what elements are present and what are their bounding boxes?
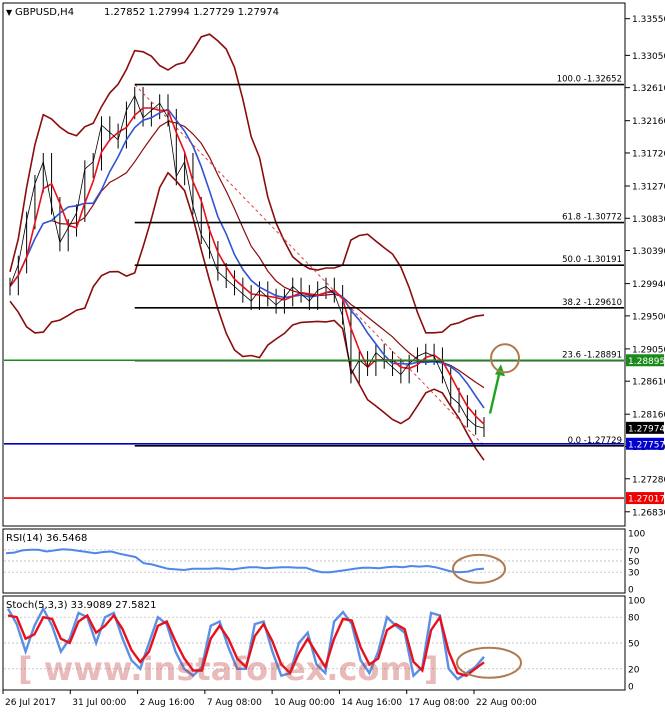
symbol-label: GBPUSD,H4	[15, 7, 74, 18]
time-tick-label: 17 Aug 08:00	[409, 698, 470, 708]
rsi-tick-label: 70	[628, 546, 640, 556]
stoch-tick-label: 100	[628, 597, 645, 607]
price-tick-label: 1.30830	[632, 215, 665, 225]
price-tick-label: 1.29050	[632, 345, 665, 355]
time-tick-label: 7 Aug 08:00	[207, 698, 262, 708]
price-tick-label: 1.32610	[632, 84, 665, 94]
chart-canvas[interactable]: 100.0 -1.32652 61.8 -1.30772 50.0 -1.30191…	[0, 0, 665, 712]
stoch-tick-label: 50	[628, 640, 640, 650]
blue-price-tag-label: 1.27757	[628, 440, 665, 450]
price-tick-label: 1.26830	[632, 508, 665, 518]
fibo-level-label: 100.0 -1.32652	[557, 75, 622, 85]
price-tick-label: 1.29500	[632, 312, 665, 322]
rsi-tick-label: 50	[628, 558, 640, 568]
price-tick-label: 1.31270	[632, 182, 665, 192]
stoch-tick-label: 20	[628, 665, 640, 675]
stoch-title: Stoch(5,3,3) 33.9089 27.5821	[6, 600, 157, 611]
stoch-tick-label: 0	[628, 683, 634, 693]
price-tick-label: 1.29940	[632, 280, 665, 290]
fibo-level-label: 61.8 -1.30772	[562, 213, 622, 223]
price-axis: 1.33550 1.33050 1.32610 1.32160 1.31720 1.312…	[625, 15, 665, 518]
header-arrow-icon: ▼	[6, 8, 13, 17]
rsi-tick-label: 0	[628, 586, 634, 596]
rsi-tick-label: 30	[628, 569, 640, 579]
price-tick-label: 1.33050	[632, 52, 665, 62]
chart-window: 100.0 -1.32652 61.8 -1.30772 50.0 -1.30191…	[0, 0, 665, 712]
price-tick-label: 1.28610	[632, 378, 665, 388]
time-tick-label: 10 Aug 00:00	[274, 698, 335, 708]
time-tick-label: 2 Aug 16:00	[140, 698, 195, 708]
current-price-tag-label: 1.27974	[628, 424, 665, 434]
rsi-tick-label: 100	[628, 530, 645, 540]
time-tick-label: 14 Aug 16:00	[341, 698, 402, 708]
price-tick-label: 1.30390	[632, 247, 665, 257]
green-price-tag-label: 1.28895	[628, 357, 665, 367]
price-tick-label: 1.33550	[632, 15, 665, 25]
time-tick-label: 22 Aug 00:00	[476, 698, 537, 708]
price-tick-label: 1.28160	[632, 411, 665, 421]
price-tick-label: 1.31720	[632, 149, 665, 159]
time-tick-label: 26 Jul 2017	[5, 698, 56, 708]
red-price-tag-label: 1.27017	[628, 495, 665, 505]
fibo-level-label: 50.0 -1.30191	[562, 255, 622, 265]
watermark-text: [ www.instaforex.com ]	[18, 650, 439, 688]
time-tick-label: 31 Jul 00:00	[72, 698, 126, 708]
stoch-tick-label: 80	[628, 614, 640, 624]
price-tick-label: 1.32160	[632, 117, 665, 127]
fibo-level-label: 23.6 -1.28891	[562, 351, 622, 361]
price-tick-label: 1.27280	[632, 475, 665, 485]
time-axis: 26 Jul 2017 31 Jul 00:00 2 Aug 16:00 7 Aug …	[2, 690, 537, 708]
rsi-title: RSI(14) 36.5468	[6, 533, 87, 544]
fibo-level-label: 38.2 -1.29610	[562, 298, 622, 308]
ohlc-label: 1.27852 1.27994 1.27729 1.27974	[104, 7, 279, 18]
